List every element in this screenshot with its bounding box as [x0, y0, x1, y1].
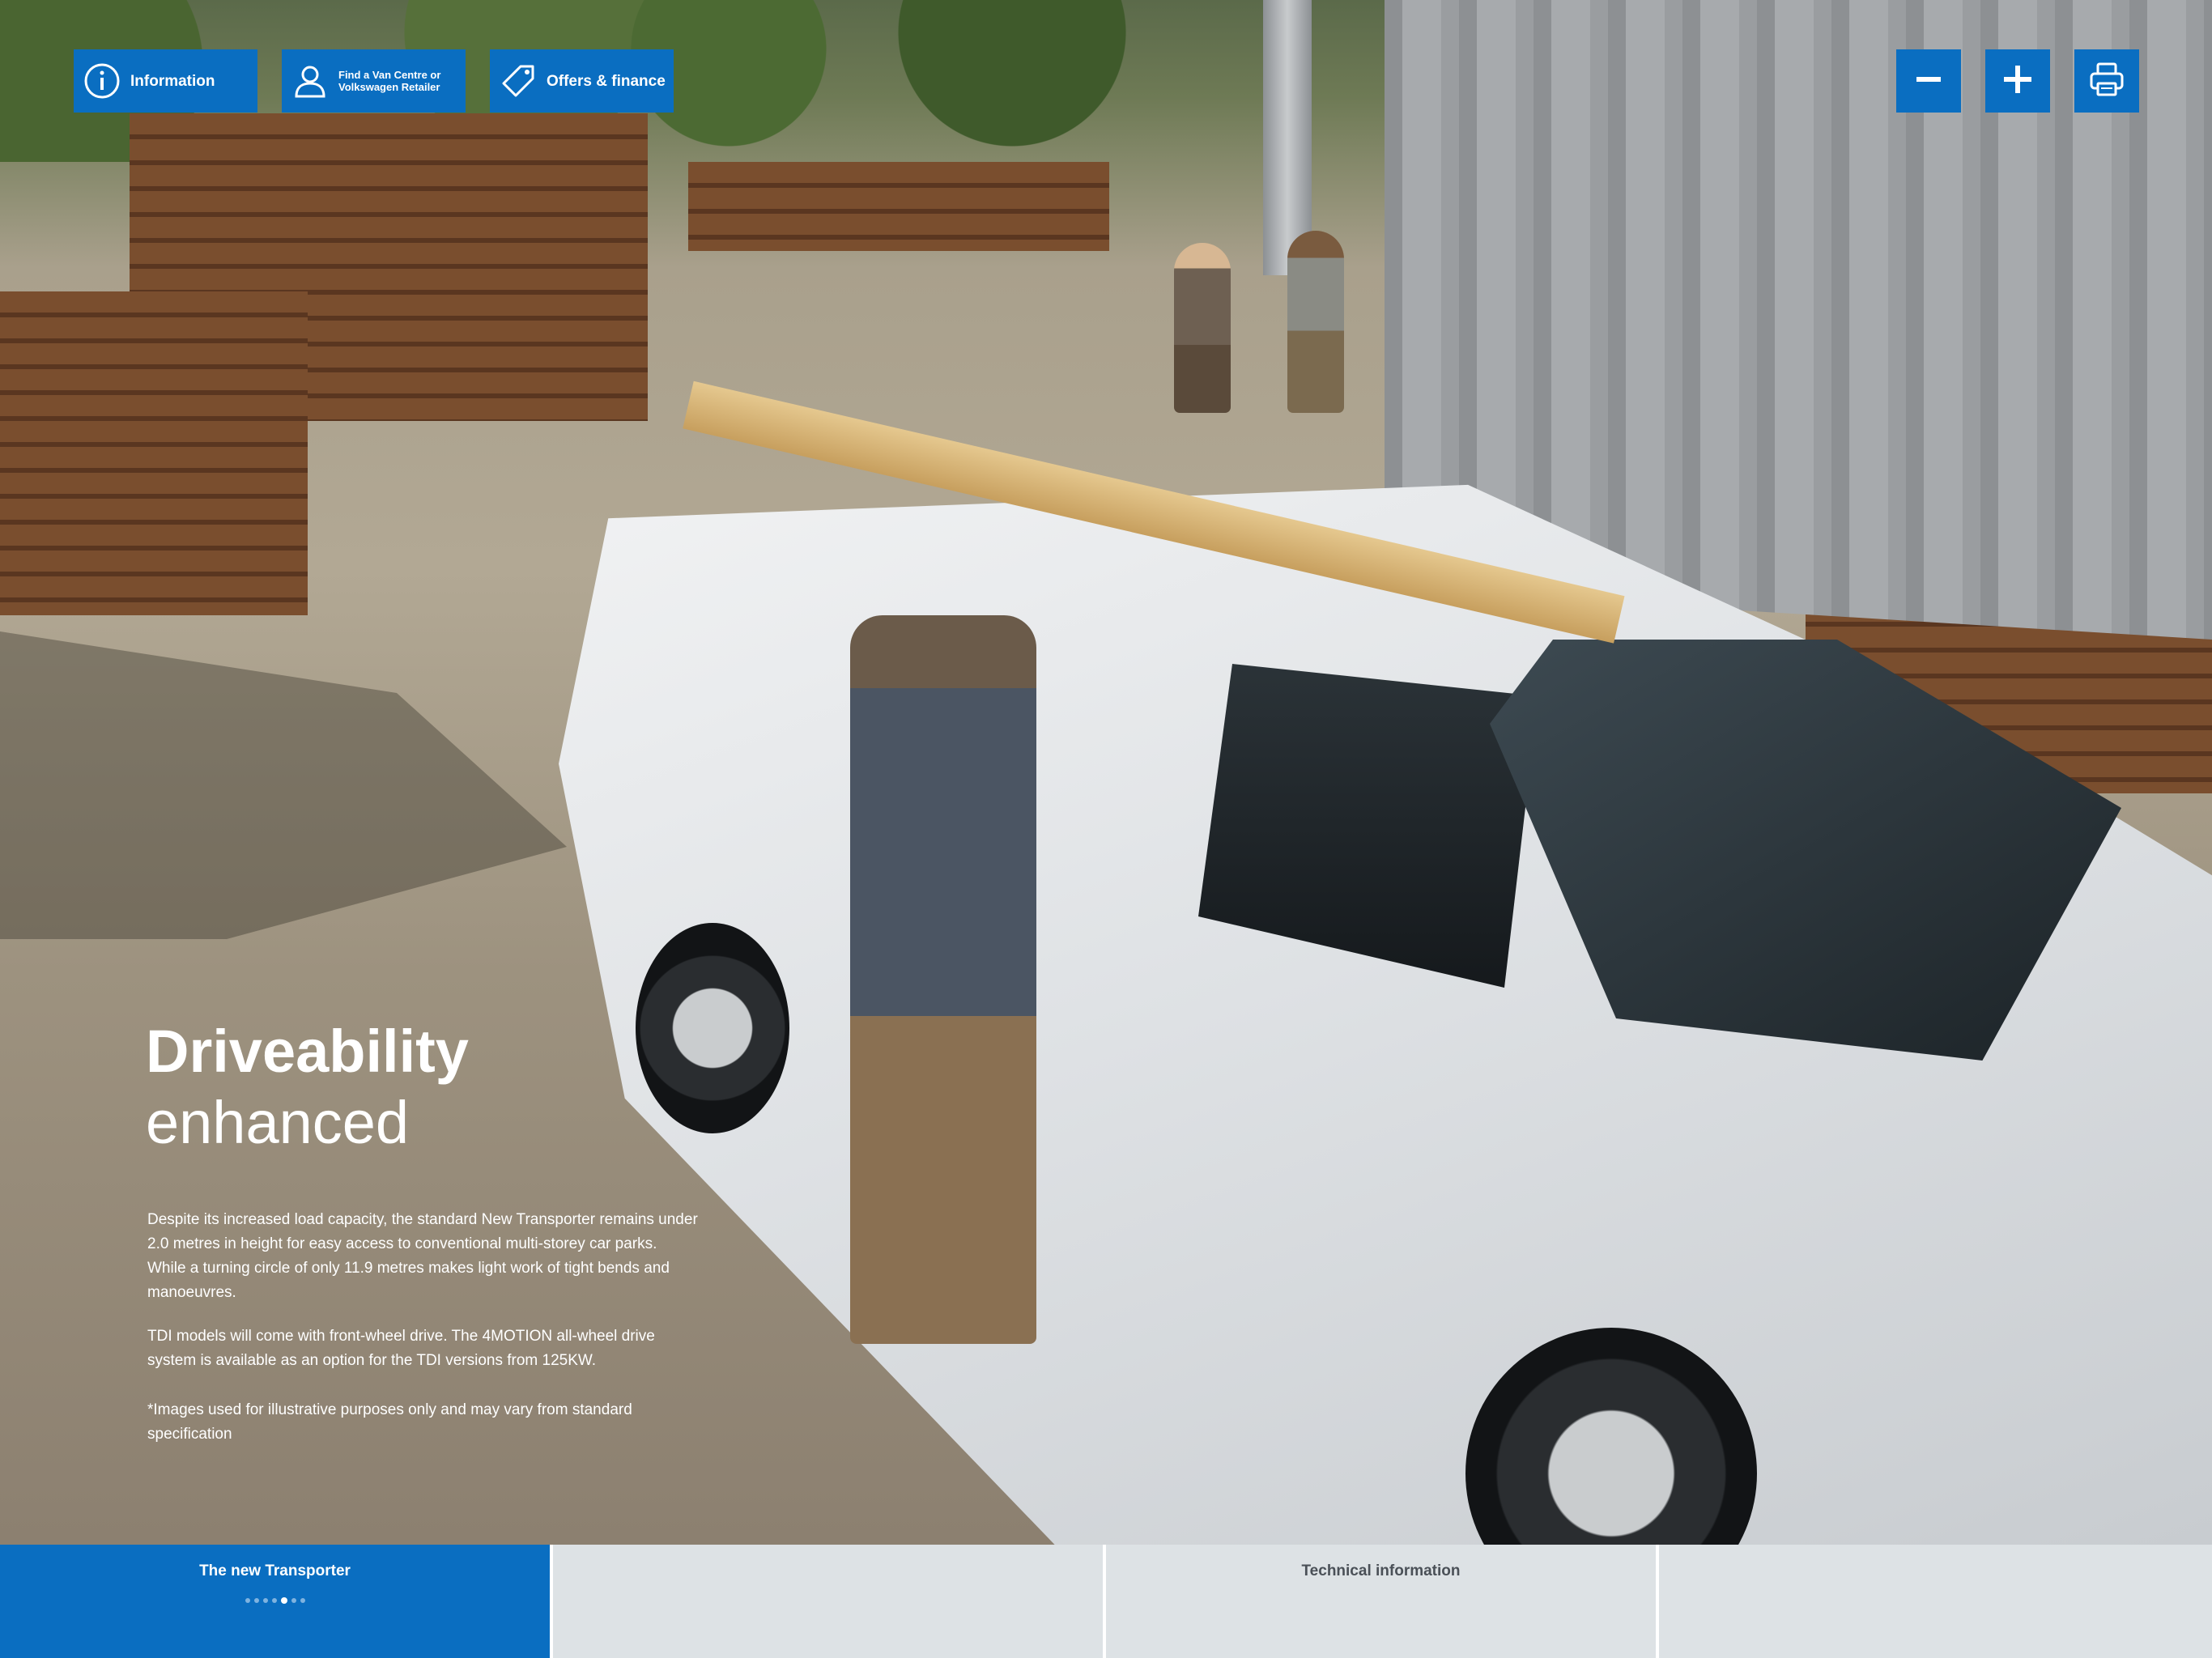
zoom-out-button[interactable]	[1896, 49, 1961, 113]
page-dot[interactable]	[291, 1598, 296, 1603]
bottom-navigation: The new Transporter Technical informatio…	[0, 1545, 2212, 1658]
page-heading: Driveability enhanced	[146, 1016, 469, 1158]
heading-light: enhanced	[146, 1089, 410, 1156]
zoom-in-button[interactable]	[1985, 49, 2050, 113]
lumber-stack	[0, 291, 308, 615]
man-figure	[850, 615, 1036, 1344]
van-rear-wheel	[636, 923, 789, 1133]
printer-icon	[2088, 61, 2125, 102]
information-button[interactable]: Information	[74, 49, 257, 113]
page-dot[interactable]	[253, 1598, 259, 1603]
page-dot[interactable]	[245, 1598, 250, 1603]
page-indicator	[245, 1597, 305, 1604]
worker-figure	[1287, 231, 1344, 413]
print-button[interactable]	[2074, 49, 2139, 113]
worker-figure	[1174, 243, 1231, 413]
tab-label: Technical information	[1301, 1562, 1461, 1579]
minus-icon	[1915, 66, 1942, 97]
lumber-stack	[688, 162, 1109, 251]
find-retailer-button[interactable]: Find a Van Centre or Volkswagen Retailer	[282, 49, 466, 113]
find-retailer-line1: Find a Van Centre or	[338, 69, 441, 81]
page-dot[interactable]	[280, 1597, 287, 1604]
price-tag-icon	[500, 62, 537, 100]
disclaimer-text: *Images used for illustrative purposes o…	[147, 1401, 632, 1443]
tab-label: The new Transporter	[199, 1562, 351, 1579]
page-dot[interactable]	[262, 1598, 268, 1603]
tab-section-2[interactable]	[553, 1545, 1106, 1658]
find-retailer-line2: Volkswagen Retailer	[338, 81, 440, 93]
offers-finance-button[interactable]: Offers & finance	[490, 49, 674, 113]
page-dot[interactable]	[300, 1598, 305, 1603]
plus-icon	[2002, 64, 2033, 99]
body-paragraph: Despite its increased load capacity, the…	[147, 1211, 698, 1301]
find-retailer-label: Find a Van Centre or Volkswagen Retailer	[338, 69, 440, 93]
page-dot[interactable]	[271, 1598, 277, 1603]
offers-finance-label: Offers & finance	[547, 72, 666, 90]
ground-shadow	[0, 631, 567, 939]
hero-photo	[0, 0, 2212, 1545]
body-paragraph: TDI models will come with front-wheel dr…	[147, 1328, 655, 1369]
tab-technical-information[interactable]: Technical information	[1106, 1545, 1659, 1658]
information-label: Information	[130, 72, 215, 90]
tab-the-new-transporter[interactable]: The new Transporter	[0, 1545, 553, 1658]
info-icon	[83, 62, 121, 100]
heading-bold: Driveability	[146, 1018, 469, 1085]
person-icon	[291, 62, 329, 100]
tab-section-4[interactable]	[1659, 1545, 2212, 1658]
